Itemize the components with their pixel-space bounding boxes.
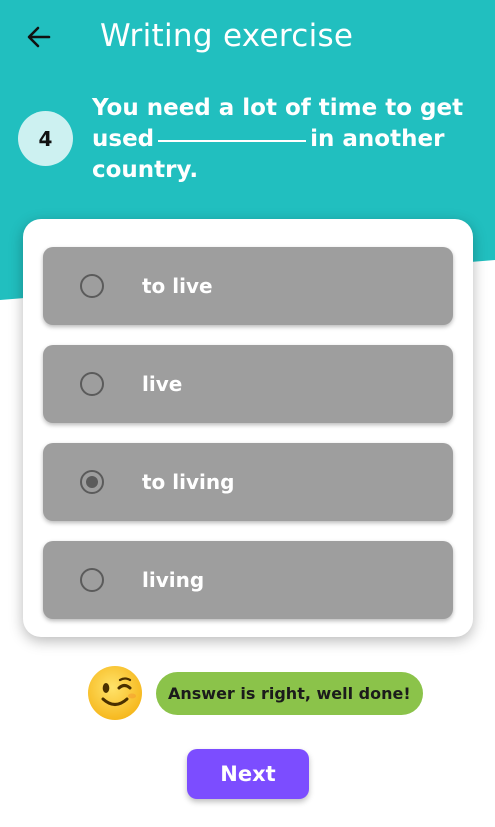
question-text: You need a lot of time to get used in ano… [92,93,477,186]
radio-unchecked-icon[interactable] [80,568,104,592]
winking-face-icon [88,666,142,720]
back-button[interactable] [18,18,60,56]
next-button[interactable]: Next [187,749,309,799]
radio-unchecked-icon[interactable] [80,274,104,298]
option-label: to live [142,274,213,298]
option-to-live[interactable]: to live [43,247,453,325]
option-to-living[interactable]: to living [43,443,453,521]
question-number-badge: 4 [18,111,73,166]
page-title: Writing exercise [100,18,354,54]
option-live[interactable]: live [43,345,453,423]
options-card: to live live to living living [23,219,473,637]
answer-blank [158,140,307,142]
option-label: live [142,372,183,396]
feedback-message: Answer is right, well done! [156,671,423,715]
option-label: to living [142,470,235,494]
option-living[interactable]: living [43,541,453,619]
option-label: living [142,568,205,592]
radio-dot [86,476,98,488]
app-bar: Writing exercise [0,0,495,76]
radio-checked-icon[interactable] [80,470,104,494]
feedback-row: Answer is right, well done! [86,664,423,722]
arrow-left-icon [27,26,51,48]
radio-unchecked-icon[interactable] [80,372,104,396]
